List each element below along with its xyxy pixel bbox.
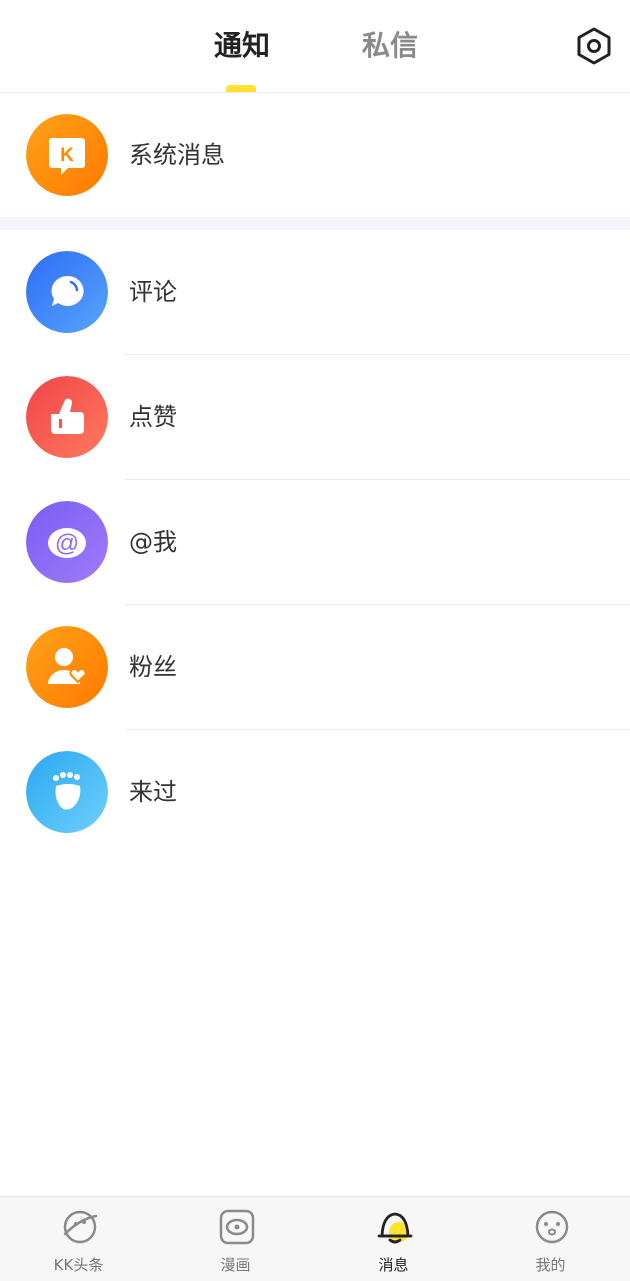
tab-private-messages[interactable]: 私信 <box>362 26 418 66</box>
nav-kk-headlines[interactable]: KK头条 <box>0 1197 157 1281</box>
face-icon <box>535 1210 569 1244</box>
settings-icon[interactable] <box>574 26 614 66</box>
fan-user-heart-icon <box>26 626 108 708</box>
nav-me[interactable]: 我的 <box>472 1197 629 1281</box>
item-label: @我 <box>129 528 177 556</box>
bottom-navigation: KK头条 漫画 消息 我的 <box>0 1196 630 1281</box>
nav-messages[interactable]: 消息 <box>315 1197 472 1281</box>
item-label: 点赞 <box>129 403 177 431</box>
footprint-icon <box>26 751 108 833</box>
eye-frame-icon <box>219 1209 255 1245</box>
nav-comics[interactable]: 漫画 <box>157 1197 314 1281</box>
tab-notifications[interactable]: 通知 <box>214 26 270 66</box>
thumbs-up-icon <box>26 376 108 458</box>
list-item-system-messages[interactable]: K 系统消息 <box>0 93 630 218</box>
nav-label: KK头条 <box>53 1256 104 1274</box>
nav-label: 漫画 <box>220 1256 251 1274</box>
list-item-fans[interactable]: 粉丝 <box>0 605 630 730</box>
at-sign-icon: @ <box>26 501 108 583</box>
comment-bubble-icon <box>26 251 108 333</box>
planet-face-icon <box>63 1210 98 1244</box>
list-item-visitors[interactable]: 来过 <box>0 730 630 855</box>
item-label: 粉丝 <box>129 653 177 681</box>
top-header: 通知 私信 <box>0 0 630 93</box>
item-label: 评论 <box>129 278 177 306</box>
nav-label: 消息 <box>378 1256 409 1274</box>
list-item-mentions[interactable]: @ @我 <box>0 480 630 605</box>
active-tab-indicator <box>226 85 256 92</box>
kuaikan-k-icon: K <box>26 114 108 196</box>
list-item-likes[interactable]: 点赞 <box>0 355 630 480</box>
svg-text:K: K <box>60 145 74 166</box>
item-label: 系统消息 <box>129 141 225 169</box>
svg-text:@: @ <box>55 530 79 557</box>
section-gap <box>0 217 630 230</box>
bell-icon <box>377 1212 413 1244</box>
item-label: 来过 <box>129 778 177 806</box>
nav-label: 我的 <box>535 1256 566 1274</box>
list-item-comments[interactable]: 评论 <box>0 230 630 355</box>
